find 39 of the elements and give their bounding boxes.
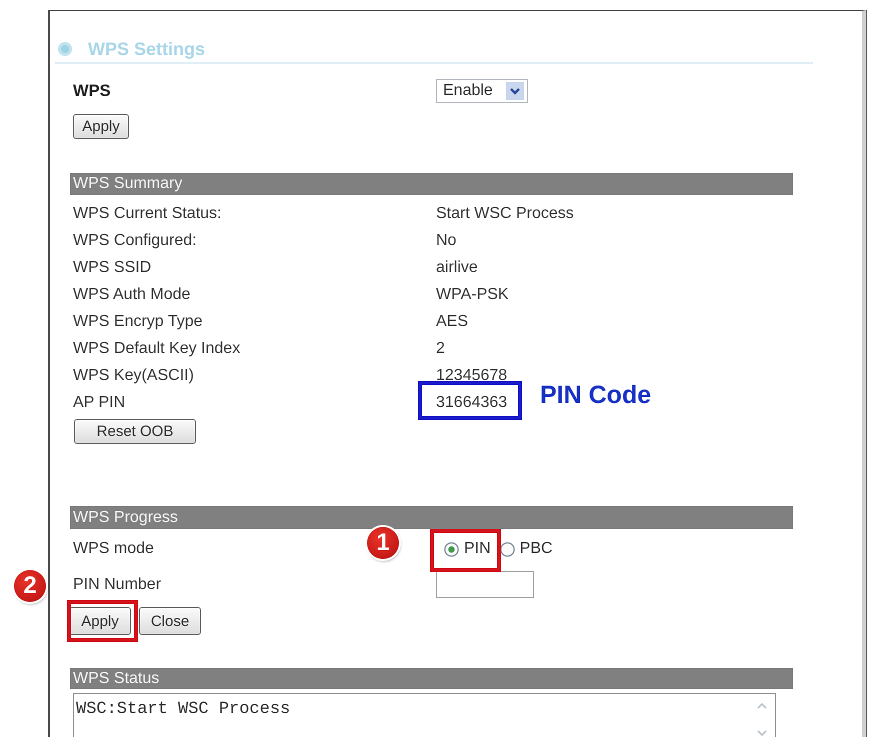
section-header: WPS Summary: [70, 173, 793, 195]
row-label: WPS Default Key Index: [73, 340, 240, 358]
row-label: WPS SSID: [73, 258, 152, 276]
highlight-frame: [67, 600, 138, 642]
radio-option[interactable]: PIN: [444, 540, 491, 558]
highlight-frame: [430, 529, 501, 572]
radio-option[interactable]: PBC: [500, 540, 553, 558]
row-label: WPS Configured:: [73, 232, 197, 250]
row-value: No: [436, 232, 456, 250]
row-label: AP PIN: [73, 394, 126, 412]
row-label: WPS Encryp Type: [73, 312, 203, 330]
row-label: WPS Auth Mode: [73, 286, 190, 304]
row-value: Start WSC Process: [436, 204, 574, 222]
row-value: 31664363: [436, 394, 508, 412]
row-value: 2: [436, 340, 445, 358]
step-badge: 1: [367, 527, 399, 559]
caret-icon: [506, 82, 524, 100]
row-value: AES: [436, 312, 468, 330]
status-textarea[interactable]: WSC:Start WSC Process: [73, 693, 776, 737]
wps-select[interactable]: Enable: [436, 79, 528, 103]
page-title: WPS Settings: [88, 38, 206, 60]
pin-input-field[interactable]: [436, 571, 534, 598]
form-button[interactable]: Apply: [69, 607, 131, 635]
field-label: WPS: [73, 82, 111, 100]
reset-oob-button[interactable]: Reset OOB: [74, 419, 196, 444]
field-label: WPS mode: [73, 540, 154, 558]
row-value: 12345678: [436, 366, 508, 384]
row-label: WPS Current Status:: [73, 204, 222, 222]
row-label: WPS Key(ASCII): [73, 366, 194, 384]
section-header: WPS Progress: [70, 506, 793, 529]
ball-icon: [58, 42, 72, 56]
section-header: WPS Status: [70, 668, 793, 689]
form-button[interactable]: Close: [139, 607, 201, 635]
row-value: WPA-PSK: [436, 286, 509, 304]
field-label: PIN Number: [73, 576, 162, 594]
apply-button[interactable]: Apply: [73, 114, 129, 139]
step-badge: 2: [14, 570, 46, 602]
callout-label: PIN Code: [540, 381, 652, 410]
row-value: airlive: [436, 258, 478, 276]
